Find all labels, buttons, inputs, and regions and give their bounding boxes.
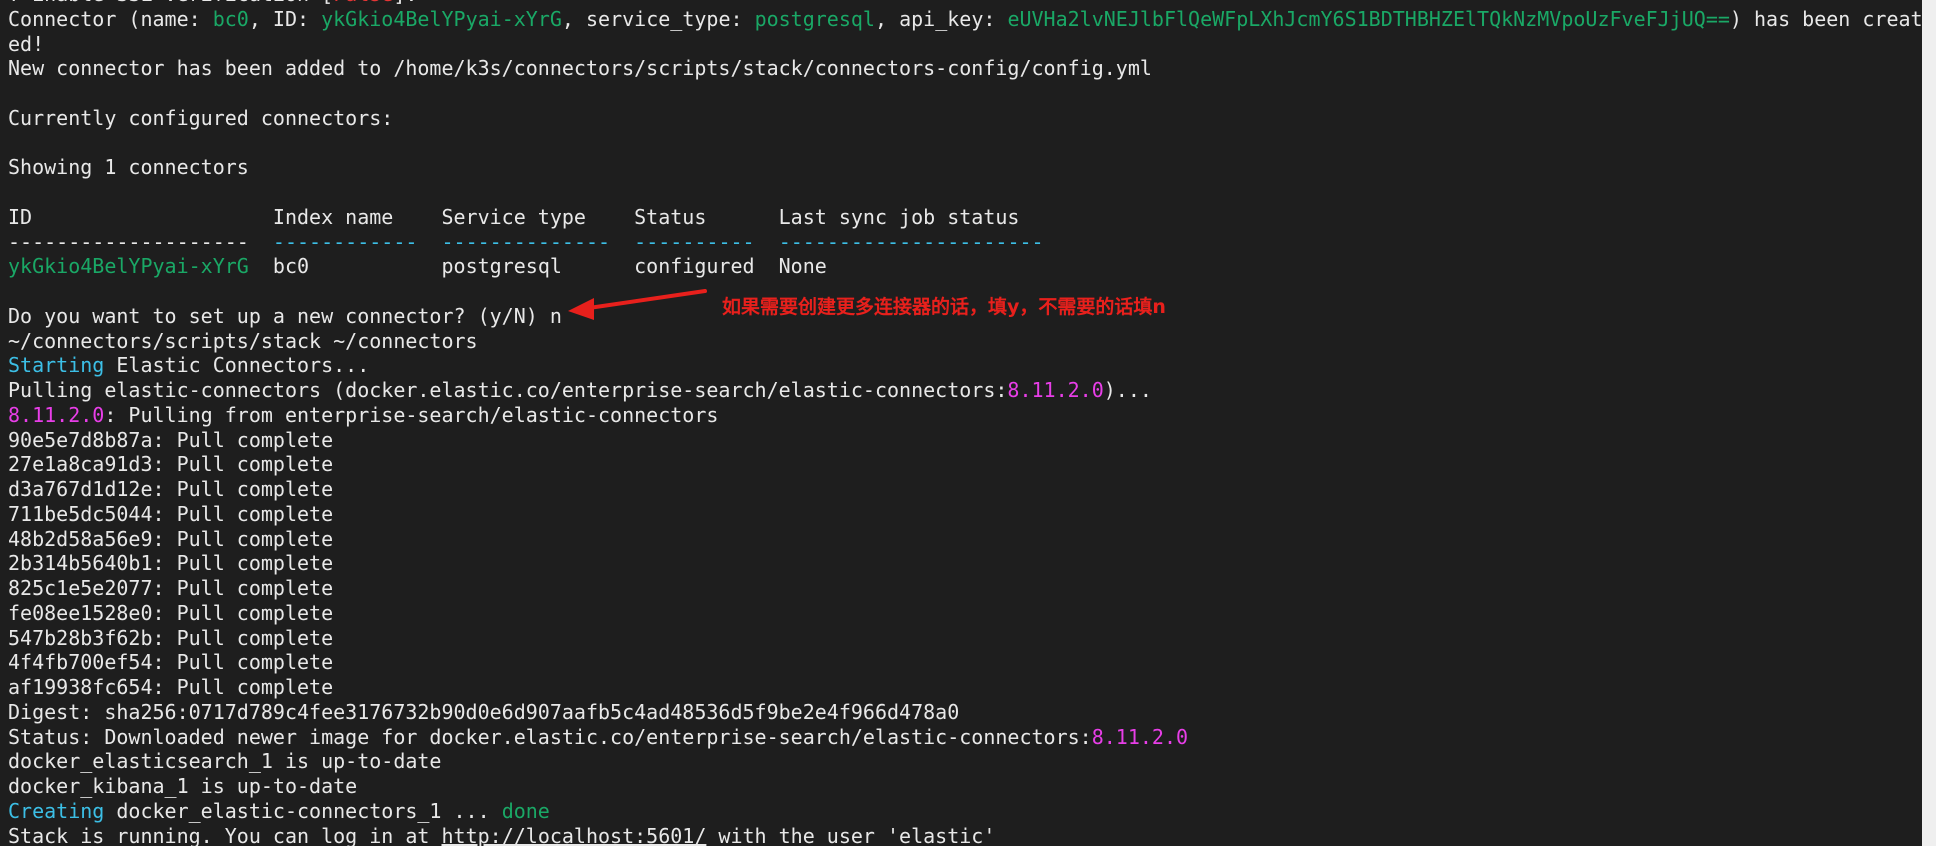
terminal-text: 711be5dc5044: Pull complete [8,501,334,526]
terminal-text: docker_elastic-connectors_1 ... [104,798,502,823]
terminal-line: Starting Elastic Connectors... [8,353,1922,378]
terminal-line: af19938fc654: Pull complete [8,675,1922,700]
terminal-text: 8.11.2.0 [1007,378,1104,402]
terminal-text: ykGkio4BelYPyai-xYrG [8,254,249,279]
terminal-text: af19938fc654: Pull complete [8,675,334,699]
terminal-text: , service_type: [561,6,755,31]
terminal-text: fe08ee1528e0: Pull complete [8,600,334,625]
terminal-text: d3a767d1d12e: Pull complete [8,477,334,501]
terminal-text: docker_kibana_1 is up-to-date [8,774,358,798]
terminal-text: 90e5e7d8b87a: Pull complete [8,427,334,452]
terminal-line: 48b2d58a56e9: Pull complete [8,527,1922,552]
terminal-line: Stack is running. You can log in at http… [8,824,1922,846]
terminal-text: ed! [8,31,45,56]
terminal-line: ykGkio4BelYPyai-xYrG bc0 postgresql conf… [8,254,1922,279]
url-link[interactable]: http://localhost:5601/ [441,824,706,846]
terminal-text: 2b314b5640b1: Pull complete [8,551,334,576]
terminal-text: -------------------- [8,229,273,254]
terminal-text: New connector has been added to /home/k3… [8,56,1152,81]
terminal-line: 90e5e7d8b87a: Pull complete [8,428,1922,453]
terminal-line: 711be5dc5044: Pull complete [8,502,1922,527]
terminal-text: ]: [393,0,417,6]
terminal-text: bc0 [212,6,249,31]
terminal-line: 547b28b3f62b: Pull complete [8,626,1922,651]
terminal-line: Status: Downloaded newer image for docke… [8,725,1922,750]
terminal-text: Connector (name: [8,6,213,31]
terminal-text: Digest: sha256:0717d789c4fee3176732b90d0… [8,699,960,724]
terminal-line: -------------------- ------------ ------… [8,230,1922,255]
terminal-line: 2b314b5640b1: Pull complete [8,551,1922,576]
terminal-text: Starting [8,353,105,378]
terminal-text: Do you want to set up a new connector? (… [8,303,562,328]
terminal-text: 4f4fb700ef54: Pull complete [8,650,334,675]
terminal-window[interactable]: ? Enable SSL verification [False]:Connec… [0,0,1922,846]
terminal-text: ? Enable SSL verification [ [8,0,333,6]
terminal-text: 27e1a8ca91d3: Pull complete [8,452,334,477]
terminal-text: 8.11.2.0 [1091,724,1189,749]
terminal-text: docker_elasticsearch_1 is up-to-date [8,749,442,774]
terminal-text: 48b2d58a56e9: Pull complete [8,526,334,551]
terminal-line: docker_elasticsearch_1 is up-to-date [8,749,1922,774]
terminal-text: )... [1103,378,1152,402]
terminal-text: Elastic Connectors... [104,353,370,378]
terminal-line: ? Enable SSL verification [False]: [8,0,1922,7]
terminal-text: False [333,0,393,6]
terminal-text: 825c1e5e2077: Pull complete [8,576,334,600]
terminal-text: Stack is running. You can log in at [8,823,442,846]
terminal-line: ID Index name Service type Status Last s… [8,205,1922,230]
terminal-line: Pulling elastic-connectors (docker.elast… [8,378,1922,403]
terminal-line: d3a767d1d12e: Pull complete [8,477,1922,502]
terminal-line: docker_kibana_1 is up-to-date [8,774,1922,799]
terminal-text: 547b28b3f62b: Pull complete [8,625,334,650]
terminal-line: 8.11.2.0: Pulling from enterprise-search… [8,403,1922,428]
terminal-text: ---------------------- [778,229,1044,254]
terminal-text: ------------ [272,229,418,254]
terminal-line: Currently configured connectors: [8,106,1922,131]
terminal-text: , api_key: [874,6,1008,31]
terminal-text: Currently configured connectors: [8,105,394,130]
terminal-text: ) has been creat [1729,6,1922,31]
terminal-text: bc0 postgresql configured None [248,254,827,279]
terminal-text: , ID: [248,6,322,31]
terminal-line: ~/connectors/scripts/stack ~/connectors [8,329,1922,354]
terminal-text: with the user 'elastic' [706,823,996,846]
terminal-text: ID Index name Service type Status Last s… [8,204,1020,229]
terminal-text: postgresql [754,6,875,31]
terminal-line: 27e1a8ca91d3: Pull complete [8,452,1922,477]
terminal-text: 8.11.2.0 [8,402,105,427]
terminal-text: Status: Downloaded newer image for docke… [8,724,1092,749]
terminal-line: 4f4fb700ef54: Pull complete [8,650,1922,675]
terminal-line: Showing 1 connectors [8,155,1922,180]
terminal-line: fe08ee1528e0: Pull complete [8,601,1922,626]
terminal-line: Connector (name: bc0, ID: ykGkio4BelYPya… [8,7,1922,32]
terminal-text: eUVHa2lvNEJlbFlQeWFpLXhJcmY6S1BDTHBHZElT… [1007,6,1730,31]
terminal-text: ykGkio4BelYPyai-xYrG [321,6,562,31]
annotation-arrow-icon [568,289,707,320]
terminal-text: -------------- [441,229,611,254]
terminal-text: done [501,798,550,823]
terminal-line: Creating docker_elastic-connectors_1 ...… [8,799,1922,824]
terminal-line: Digest: sha256:0717d789c4fee3176732b90d0… [8,700,1922,725]
terminal-output: ? Enable SSL verification [False]:Connec… [8,0,1922,846]
terminal-line: 825c1e5e2077: Pull complete [8,576,1922,601]
terminal-text: ---------- [634,229,755,254]
annotation-note: 如果需要创建更多连接器的话，填y，不需要的话填n [722,296,1166,318]
terminal-text: Pulling elastic-connectors (docker.elast… [8,378,1008,402]
terminal-text: : Pulling from enterprise-search/elastic… [104,402,719,427]
terminal-text: Creating [8,798,105,823]
terminal-line: ed! [8,32,1922,57]
terminal-line: New connector has been added to /home/k3… [8,56,1922,81]
terminal-text: ~/connectors/scripts/stack ~/connectors [8,328,478,353]
terminal-text: Showing 1 connectors [8,155,249,180]
